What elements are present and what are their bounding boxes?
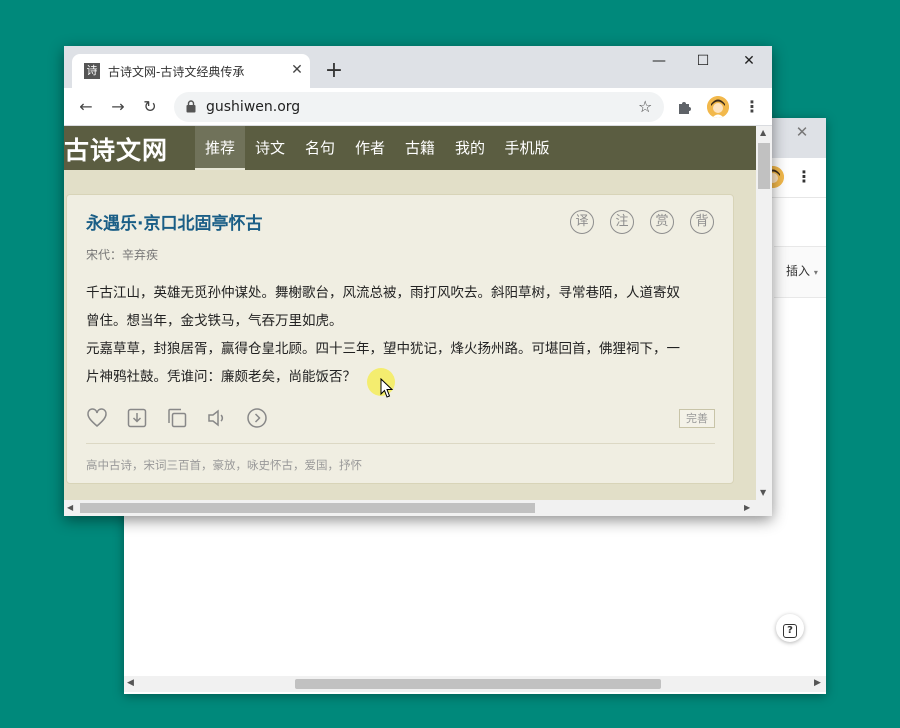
annotate-button[interactable]: 注 (610, 210, 634, 234)
minimize-button[interactable]: — (644, 50, 674, 72)
background-horizontal-scrollbar[interactable]: ◀ ▶ (124, 676, 826, 692)
vertical-scroll-thumb[interactable] (758, 143, 770, 189)
site-favicon-icon: 诗 (84, 63, 100, 79)
new-tab-button[interactable]: + (322, 60, 346, 84)
insert-label: 插入 (786, 264, 811, 278)
browser-window: 诗 古诗文网-古诗文经典传承 ✕ + — ☐ ✕ ← → ↻ gushiwen.… (64, 46, 772, 516)
extensions-puzzle-icon[interactable] (676, 98, 694, 116)
background-scroll-thumb[interactable] (295, 679, 661, 689)
page-viewport: 古诗文网 推荐 诗文 名句 作者 古籍 我的 手机版 永遇乐·京口北固亭怀古 译… (64, 126, 756, 500)
tab-gushiwen[interactable]: 诗 古诗文网-古诗文经典传承 ✕ (72, 54, 310, 88)
close-window-button[interactable]: ✕ (734, 50, 764, 72)
speaker-icon[interactable] (206, 407, 228, 429)
complete-button[interactable]: 完善 (679, 409, 715, 428)
help-button[interactable]: ? (776, 614, 804, 642)
scroll-left-icon[interactable]: ◀ (67, 503, 73, 512)
scroll-right-icon[interactable]: ▶ (814, 678, 821, 688)
background-menu-icon[interactable]: ⋮ (796, 167, 812, 187)
poem-line: 曾住。想当年，金戈铁马，气吞万里如虎。 (86, 313, 343, 329)
nav-tuijian[interactable]: 推荐 (195, 126, 245, 170)
tab-title: 古诗文网-古诗文经典传承 (108, 65, 245, 79)
browser-menu-icon[interactable]: ⋮ (744, 97, 760, 117)
poem-card: 永遇乐·京口北固亭怀古 译 注 赏 背 宋代：辛弃疾 千古江山，英雄无觅孙仲谋处… (66, 194, 734, 484)
insert-menu[interactable]: 插入 ▾ (786, 262, 818, 279)
maximize-button[interactable]: ☐ (688, 50, 718, 72)
chevron-down-icon: ▾ (813, 268, 818, 277)
nav-wode[interactable]: 我的 (445, 126, 495, 170)
lock-icon (186, 100, 196, 113)
scroll-down-icon[interactable]: ▼ (760, 488, 766, 497)
back-button[interactable]: ← (75, 96, 97, 118)
tab-strip: 诗 古诗文网-古诗文经典传承 ✕ + — ☐ ✕ (64, 46, 772, 88)
download-icon[interactable] (126, 407, 148, 429)
nav-mingju[interactable]: 名句 (295, 126, 345, 170)
forward-button[interactable]: → (107, 96, 129, 118)
horizontal-scroll-thumb[interactable] (80, 503, 535, 513)
nav-zuozhe[interactable]: 作者 (345, 126, 395, 170)
recite-button[interactable]: 背 (690, 210, 714, 234)
scroll-right-icon[interactable]: ▶ (744, 503, 750, 512)
chevron-right-circle-icon[interactable] (246, 407, 268, 429)
copy-icon[interactable] (166, 407, 188, 429)
background-close-button[interactable]: ✕ (792, 122, 812, 142)
poem-dynasty-author[interactable]: 宋代：辛弃疾 (86, 246, 158, 263)
appreciate-button[interactable]: 赏 (650, 210, 674, 234)
nav-mobile[interactable]: 手机版 (495, 126, 559, 170)
horizontal-scrollbar[interactable]: ◀ ▶ (64, 500, 772, 516)
poem-line: 片神鸦社鼓。凭谁问：廉颇老矣，尚能饭否？ (86, 369, 356, 385)
profile-avatar[interactable] (707, 96, 729, 118)
scroll-left-icon[interactable]: ◀ (127, 678, 134, 688)
reload-button[interactable]: ↻ (139, 96, 161, 118)
vertical-scrollbar[interactable]: ▲ ▼ (756, 126, 772, 500)
poem-title[interactable]: 永遇乐·京口北固亭怀古 (86, 209, 262, 234)
divider (86, 443, 715, 444)
mouse-pointer-icon (380, 378, 394, 398)
heart-icon[interactable] (86, 407, 108, 429)
site-header: 古诗文网 推荐 诗文 名句 作者 古籍 我的 手机版 (64, 126, 756, 170)
scroll-up-icon[interactable]: ▲ (760, 128, 766, 137)
poem-line: 元嘉草草，封狼居胥，赢得仓皇北顾。四十三年，望中犹记，烽火扬州路。可堪回首，佛狸… (86, 341, 680, 357)
help-icon: ? (783, 624, 797, 638)
address-bar[interactable]: gushiwen.org ☆ (174, 92, 664, 122)
tab-close-icon[interactable]: ✕ (288, 61, 306, 79)
nav-shiwen[interactable]: 诗文 (245, 126, 295, 170)
poem-line: 千古江山，英雄无觅孙仲谋处。舞榭歌台，风流总被，雨打风吹去。斜阳草树，寻常巷陌，… (86, 285, 680, 301)
translate-button[interactable]: 译 (570, 210, 594, 234)
site-logo[interactable]: 古诗文网 (64, 131, 168, 167)
poem-tags[interactable]: 高中古诗，宋词三百首，豪放，咏史怀古，爱国，抒怀 (86, 457, 362, 473)
bookmark-star-icon[interactable]: ☆ (638, 98, 652, 116)
browser-toolbar: ← → ↻ gushiwen.org ☆ ⋮ (64, 88, 772, 126)
url-text[interactable]: gushiwen.org (206, 99, 300, 115)
nav-guji[interactable]: 古籍 (395, 126, 445, 170)
